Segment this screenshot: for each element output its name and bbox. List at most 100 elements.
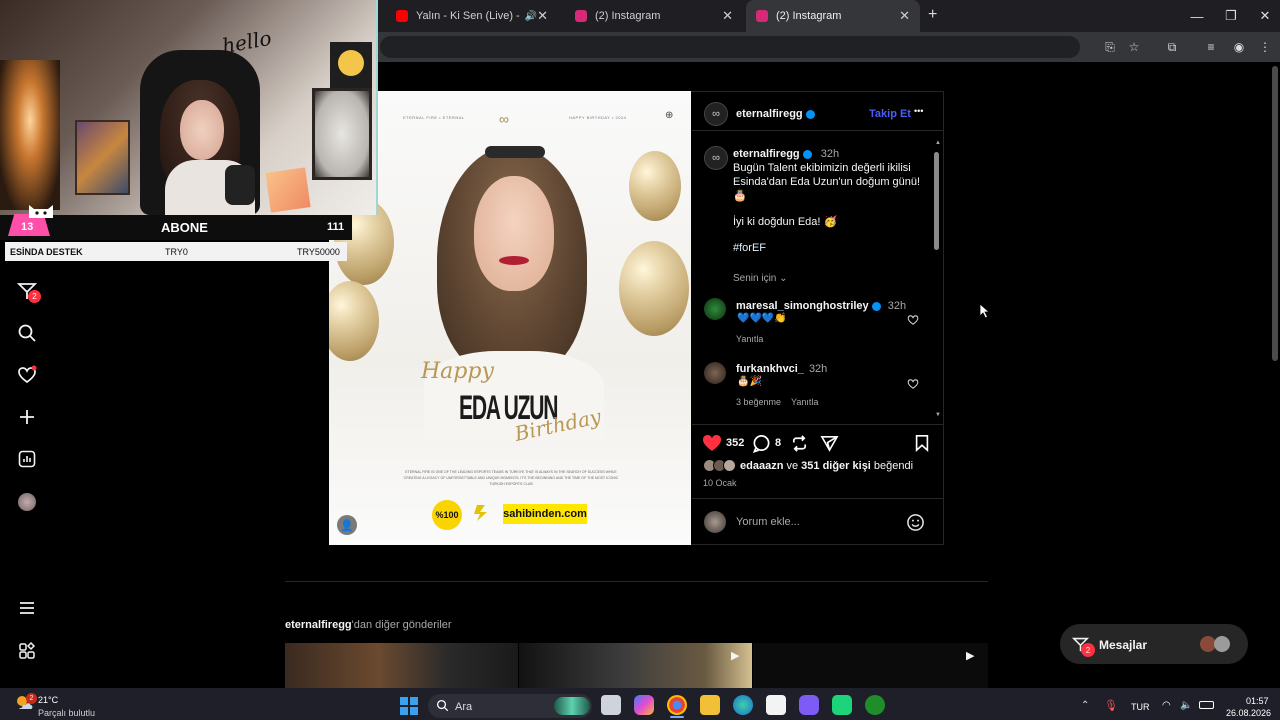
install-app-icon[interactable]: ⎘ xyxy=(1101,38,1119,56)
volume-icon[interactable]: 🔈 xyxy=(1180,700,1192,711)
follow-button[interactable]: Takip Et xyxy=(869,108,911,120)
extensions-icon[interactable]: ⧉ xyxy=(1163,38,1181,56)
close-tab-icon[interactable]: ✕ xyxy=(537,8,548,24)
comment-count[interactable]: 8 xyxy=(775,437,781,449)
show-hidden-icons-icon[interactable]: ⌃ xyxy=(1081,700,1089,711)
caption-time: 32h xyxy=(820,148,840,160)
battery-icon[interactable] xyxy=(1199,701,1214,709)
emoji-icon[interactable] xyxy=(906,513,925,537)
menu-icon[interactable] xyxy=(16,597,38,619)
edge-icon[interactable] xyxy=(733,695,753,715)
close-window-button[interactable]: ✕ xyxy=(1248,0,1280,32)
direct-badge: 2 xyxy=(28,290,41,303)
comment-avatar[interactable] xyxy=(704,362,726,384)
bookmark-star-icon[interactable]: ☆ xyxy=(1125,38,1143,56)
copilot-icon[interactable] xyxy=(634,695,654,715)
comment-avatar[interactable] xyxy=(704,298,726,320)
heart-icon[interactable] xyxy=(16,364,38,386)
more-options-icon[interactable]: ••• xyxy=(914,106,923,116)
comment-filter[interactable]: Senin için ⌄ xyxy=(733,273,788,284)
clock-date[interactable]: 26.08.2026 xyxy=(1226,708,1271,718)
account-avatar[interactable]: ∞ xyxy=(704,102,728,126)
like-heart-icon[interactable] xyxy=(702,433,722,458)
reply-link[interactable]: Yanıtla xyxy=(791,397,818,407)
profile-avatar[interactable] xyxy=(18,493,36,511)
comment-icon[interactable] xyxy=(752,434,771,458)
message-avatars xyxy=(1200,636,1236,652)
gold-balloon xyxy=(619,241,689,336)
mouse-cursor-icon xyxy=(979,303,991,324)
comment-like-icon[interactable] xyxy=(907,377,919,395)
post-image[interactable]: ETERNAL FIRE • ETERNAL ∞ HAPPY BIRTHDAY … xyxy=(329,91,691,545)
tab-instagram-2[interactable]: (2) Instagram ✕ xyxy=(746,0,920,32)
tab-youtube[interactable]: Yalın - Ki Sen (Live) - YouTube 🔊 ✕ xyxy=(386,0,558,32)
task-view-icon[interactable] xyxy=(601,695,621,715)
clock-time[interactable]: 01:57 xyxy=(1246,696,1269,706)
close-tab-icon[interactable]: ✕ xyxy=(899,8,910,24)
donation-goal-bar: ESİNDA DESTEK TRY0 TRY50000 xyxy=(5,242,347,261)
file-explorer-icon[interactable] xyxy=(700,695,720,715)
chrome-icon[interactable] xyxy=(667,695,687,715)
comment-likes[interactable]: 3 beğenme xyxy=(736,397,781,407)
liked-by-user[interactable]: edaaazn xyxy=(740,460,783,472)
new-tab-button[interactable]: + xyxy=(928,6,937,24)
comment-like-icon[interactable] xyxy=(907,313,919,331)
minimize-button[interactable]: — xyxy=(1180,0,1214,32)
close-tab-icon[interactable]: ✕ xyxy=(722,8,733,24)
share-icon[interactable] xyxy=(820,434,839,458)
profile-icon[interactable]: ◉ xyxy=(1230,38,1248,56)
reel-play-icon: ▶ xyxy=(731,650,740,662)
tab-instagram-1[interactable]: (2) Instagram ✕ xyxy=(565,0,743,32)
kick-icon[interactable] xyxy=(832,695,852,715)
media-control-icon[interactable]: ≡ xyxy=(1202,38,1220,56)
store-icon[interactable] xyxy=(766,695,786,715)
more-icon[interactable] xyxy=(16,640,38,662)
xbox-icon[interactable] xyxy=(865,695,885,715)
weather-temp[interactable]: 21°C xyxy=(38,695,58,705)
grid-post-thumbnail[interactable] xyxy=(753,643,988,688)
like-count[interactable]: 352 xyxy=(726,437,744,449)
comment-username[interactable]: maresal_simonghostriley xyxy=(736,300,869,312)
grid-post-thumbnail[interactable] xyxy=(285,643,518,688)
messages-badge: 2 xyxy=(1081,643,1095,657)
insights-icon[interactable] xyxy=(16,448,38,470)
comments-scrollbar[interactable]: ▲ ▼ xyxy=(934,140,941,420)
weather-desc[interactable]: Parçalı bulutlu xyxy=(38,708,95,718)
globe-icon: ⊕ xyxy=(665,110,674,121)
comment-input[interactable]: Yorum ekle... xyxy=(736,516,896,528)
search-icon[interactable] xyxy=(16,322,38,344)
liked-by-others[interactable]: 351 diğer kişi xyxy=(801,460,871,472)
comment: maresal_simonghostriley 32h xyxy=(736,300,906,312)
comment-time: 32h xyxy=(887,300,907,312)
taskbar-search-label: Ara xyxy=(455,701,473,713)
reply-link[interactable]: Yanıtla xyxy=(736,334,763,344)
hashtag-link[interactable]: #forEF xyxy=(733,242,766,254)
language-indicator[interactable]: TUR xyxy=(1131,702,1150,712)
comment-username[interactable]: furkankhvci_ xyxy=(736,363,804,375)
windows-start-icon[interactable] xyxy=(400,697,418,720)
grid-post-thumbnail[interactable] xyxy=(519,643,752,688)
caption-avatar[interactable]: ∞ xyxy=(704,146,728,170)
address-bar[interactable] xyxy=(380,36,1080,58)
restore-button[interactable]: ❐ xyxy=(1214,0,1248,32)
create-icon[interactable] xyxy=(16,406,38,428)
caption-username[interactable]: eternalfiregg xyxy=(733,148,800,160)
app-icon[interactable] xyxy=(799,695,819,715)
active-app-indicator xyxy=(670,716,684,718)
microphone-icon[interactable]: 🎙 xyxy=(1104,699,1118,712)
post-username[interactable]: eternalfiregg xyxy=(736,108,815,120)
lamp-glow xyxy=(0,60,60,210)
tagged-user-icon[interactable]: 👤 xyxy=(337,515,357,535)
chevron-down-icon: ⌄ xyxy=(779,273,788,284)
page-scrollbar[interactable] xyxy=(1272,66,1278,361)
browser-menu-icon[interactable]: ⋮ xyxy=(1256,38,1274,56)
save-bookmark-icon[interactable] xyxy=(913,434,931,457)
my-avatar xyxy=(704,511,726,533)
caption-text: Bugün Talent ekibimizin değerli ikilisi … xyxy=(733,162,921,202)
liked-by-avatars[interactable] xyxy=(703,459,737,473)
audio-playing-icon[interactable]: 🔊 xyxy=(525,11,537,22)
repost-icon[interactable] xyxy=(790,434,809,458)
eternal-fire-logo-icon: ∞ xyxy=(499,111,509,127)
wifi-icon[interactable]: ◠ xyxy=(1162,700,1171,711)
more-posts-username[interactable]: eternalfiregg xyxy=(285,619,352,631)
